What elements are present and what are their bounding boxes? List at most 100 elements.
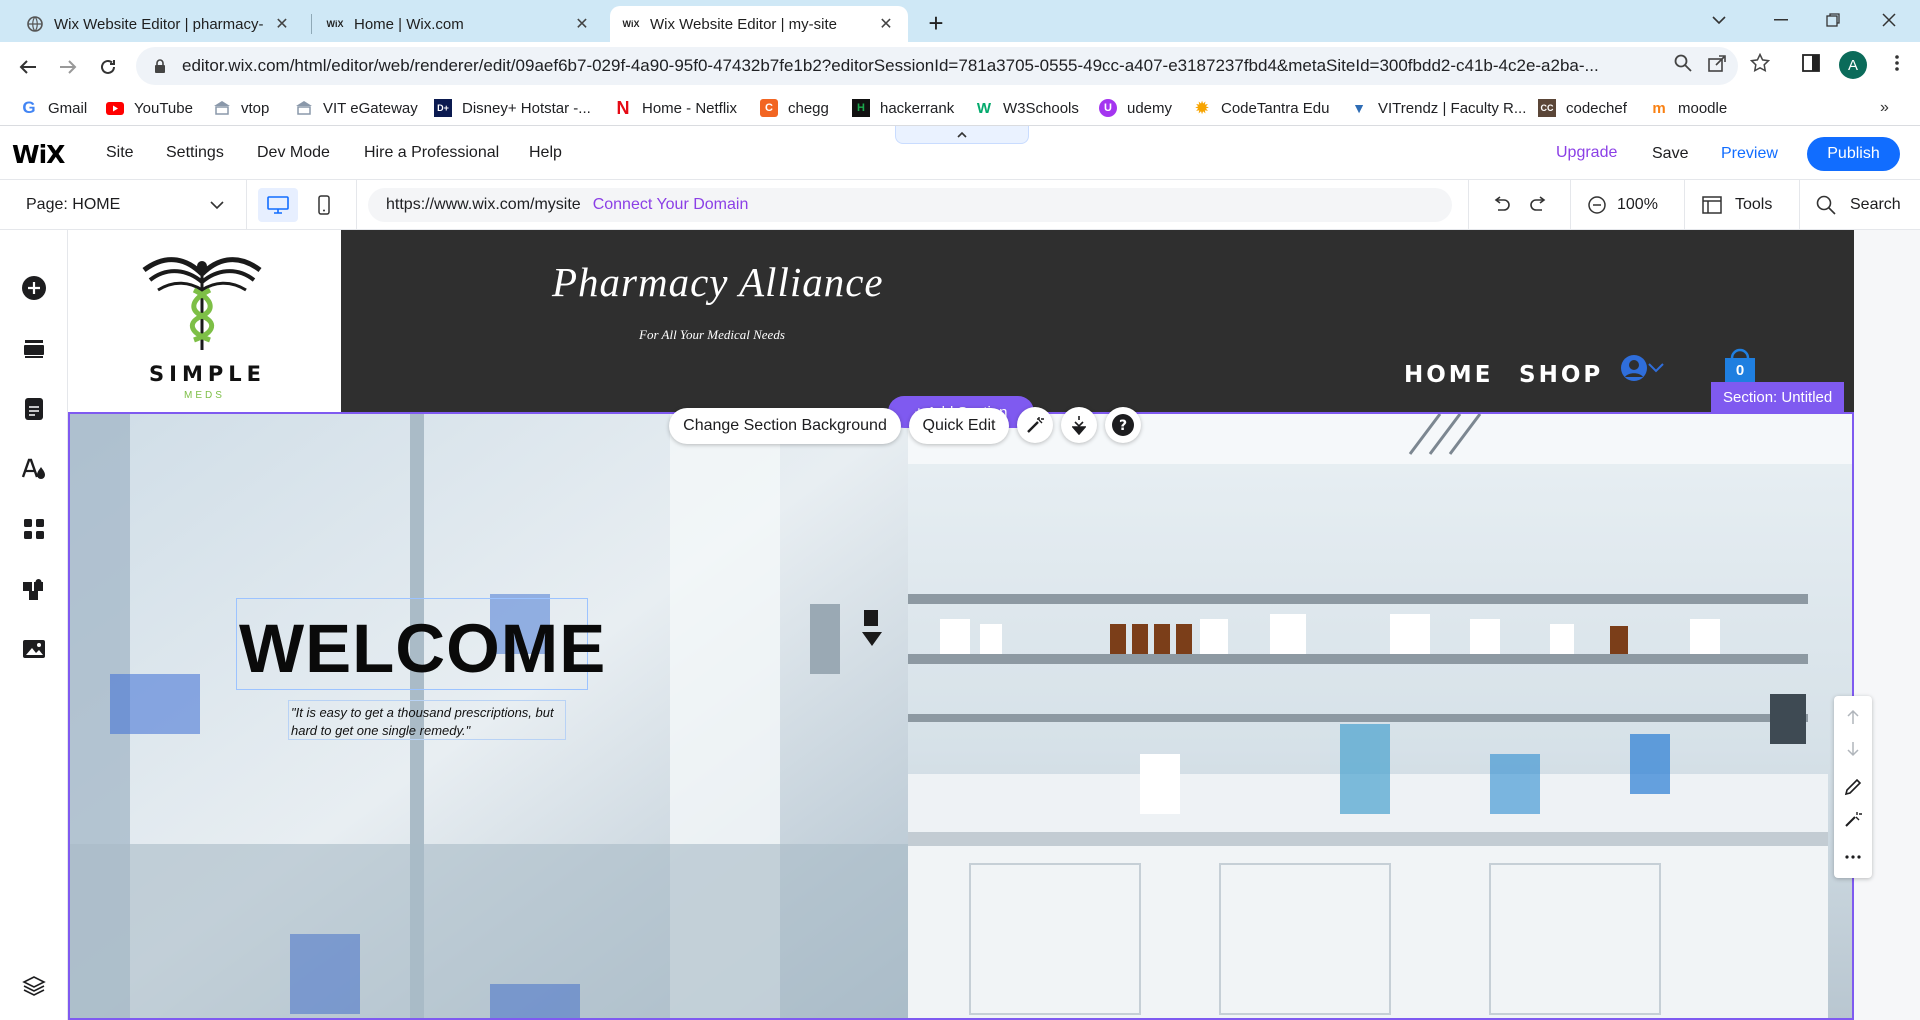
bookmark-codechef[interactable]: CC codechef (1538, 96, 1627, 120)
menu-hire-a-professional[interactable]: Hire a Professional (364, 144, 499, 162)
address-bar[interactable]: editor.wix.com/html/editor/web/renderer/… (136, 47, 1738, 85)
page-selector[interactable]: Page: HOME (26, 196, 120, 214)
upgrade-link[interactable]: Upgrade (1556, 144, 1617, 162)
site-header[interactable]: Pharmacy Alliance For All Your Medical N… (341, 230, 1854, 412)
site-tagline[interactable]: For All Your Medical Needs (639, 327, 785, 343)
bookmark-udemy[interactable]: U udemy (1099, 96, 1172, 120)
browser-tab-1[interactable]: Wix Website Editor | pharmacy-a ✕ (14, 6, 304, 42)
close-window-icon[interactable] (1866, 6, 1912, 34)
edit-pencil-icon[interactable] (1842, 776, 1864, 798)
close-icon[interactable]: ✕ (572, 14, 592, 34)
bookmark-w3schools[interactable]: W W3Schools (975, 96, 1079, 120)
bookmark-netflix[interactable]: N Home - Netflix (614, 96, 738, 120)
site-nav-shop[interactable]: SHOP (1519, 362, 1603, 388)
bookmark-chegg[interactable]: C chegg (760, 96, 829, 120)
bookmark-vtop[interactable]: vtop (213, 96, 269, 120)
search-button[interactable]: Search (1850, 196, 1901, 214)
pages-menus-icon[interactable] (20, 395, 48, 423)
hero-quote[interactable]: "It is easy to get a thousand prescripti… (291, 704, 571, 740)
undo-icon[interactable] (1489, 193, 1513, 217)
close-icon[interactable]: ✕ (272, 14, 292, 34)
bookmark-gmail[interactable]: G Gmail (20, 96, 87, 120)
search-icon[interactable] (1814, 193, 1838, 217)
section-side-toolbar (1834, 696, 1872, 878)
zoom-search-icon[interactable] (1672, 52, 1694, 74)
menu-settings[interactable]: Settings (166, 144, 224, 162)
bookmark-star-icon[interactable] (1749, 52, 1771, 74)
bookmark-codetantra[interactable]: ✹ CodeTantra Edu (1193, 96, 1329, 120)
more-options-icon[interactable] (1842, 846, 1864, 868)
browser-tab-3-active[interactable]: WiX Wix Website Editor | my-site ✕ (610, 6, 908, 42)
profile-avatar[interactable]: A (1839, 51, 1867, 79)
back-arrow-icon[interactable] (12, 51, 44, 83)
kebab-menu-icon[interactable] (1886, 52, 1908, 74)
browser-tab-2[interactable]: WiX Home | Wix.com ✕ (314, 6, 604, 42)
menu-help[interactable]: Help (529, 144, 562, 162)
divider (1570, 180, 1571, 230)
minimize-icon[interactable] (1758, 6, 1804, 34)
zoom-level[interactable]: 100% (1617, 196, 1658, 214)
apps-grid-icon[interactable] (20, 515, 48, 543)
forward-arrow-icon[interactable] (52, 51, 84, 83)
tab-search-chevron-icon[interactable] (1696, 6, 1742, 34)
reload-icon[interactable] (92, 51, 124, 83)
chevron-down-icon[interactable] (208, 196, 226, 214)
connect-domain-link[interactable]: Connect Your Domain (593, 196, 749, 214)
resize-handle-icon[interactable] (860, 610, 884, 650)
menu-dev-mode[interactable]: Dev Mode (257, 144, 330, 162)
restore-icon[interactable] (1810, 6, 1856, 34)
collapse-toolbar-chevron-icon[interactable] (895, 126, 1029, 144)
tools-icon[interactable] (1700, 193, 1724, 217)
redo-icon[interactable] (1527, 193, 1551, 217)
publish-button[interactable]: Publish (1807, 137, 1900, 171)
wix-logo[interactable]: WiX (12, 140, 65, 169)
bookmark-vitrendz[interactable]: ▼ VITrendz | Faculty R... (1350, 96, 1526, 120)
bookmarks-overflow-chevron-icon[interactable]: » (1880, 96, 1889, 120)
menu-site[interactable]: Site (106, 144, 134, 162)
magic-wand-icon[interactable] (1842, 808, 1864, 830)
lock-icon[interactable] (150, 58, 170, 74)
bookmark-label: chegg (788, 99, 829, 117)
change-section-background-button[interactable]: Change Section Background (669, 408, 901, 444)
zoom-out-icon[interactable] (1585, 193, 1609, 217)
new-tab-button[interactable]: + (922, 8, 950, 38)
side-panel-icon[interactable] (1800, 52, 1822, 74)
bookmark-youtube[interactable]: YouTube (106, 96, 193, 120)
add-section-icon[interactable] (20, 335, 48, 363)
add-elements-icon[interactable] (20, 274, 48, 302)
tools-button[interactable]: Tools (1735, 196, 1772, 214)
bookmark-label: W3Schools (1003, 99, 1079, 117)
magic-wand-icon[interactable] (1017, 407, 1053, 443)
move-up-arrow-icon[interactable] (1842, 706, 1864, 728)
hero-section[interactable]: WELCOME "It is easy to get a thousand pr… (68, 412, 1854, 1020)
bookmark-label: VITrendz | Faculty R... (1378, 99, 1527, 117)
site-logo[interactable]: SIMPLE MEDS (68, 230, 341, 412)
bookmark-label: Disney+ Hotstar -... (462, 99, 591, 117)
bookmark-vit-egateway[interactable]: VIT eGateway (295, 96, 418, 120)
site-url-bar[interactable]: https://www.wix.com/mysite Connect Your … (368, 188, 1452, 222)
desktop-view-icon[interactable] (258, 188, 298, 222)
site-title[interactable]: Pharmacy Alliance (552, 258, 884, 306)
chevron-down-icon[interactable] (1647, 360, 1665, 374)
member-avatar-icon[interactable] (1620, 354, 1648, 382)
hero-heading[interactable]: WELCOME (239, 609, 606, 688)
business-tools-icon[interactable] (20, 575, 48, 603)
quick-edit-button[interactable]: Quick Edit (909, 408, 1009, 444)
preview-button[interactable]: Preview (1721, 145, 1778, 163)
bookmark-hackerrank[interactable]: H hackerrank (852, 96, 954, 120)
editor-canvas[interactable]: SIMPLE MEDS Pharmacy Alliance For All Yo… (68, 230, 1920, 1020)
share-icon[interactable] (1706, 52, 1728, 74)
mobile-view-icon[interactable] (304, 188, 344, 222)
layers-icon[interactable] (20, 972, 48, 1000)
move-down-arrow-icon[interactable] (1842, 738, 1864, 760)
animation-icon[interactable] (1061, 407, 1097, 443)
save-button[interactable]: Save (1652, 145, 1688, 163)
site-design-icon[interactable] (20, 455, 48, 483)
site-nav-home[interactable]: HOME (1404, 362, 1493, 388)
bookmark-hotstar[interactable]: D+ Disney+ Hotstar -... (434, 96, 591, 120)
close-icon[interactable]: ✕ (876, 14, 896, 34)
section-label[interactable]: Section: Untitled (1711, 382, 1845, 412)
help-icon[interactable]: ? (1105, 407, 1141, 443)
bookmark-moodle[interactable]: m moodle (1650, 96, 1727, 120)
media-icon[interactable] (20, 635, 48, 663)
